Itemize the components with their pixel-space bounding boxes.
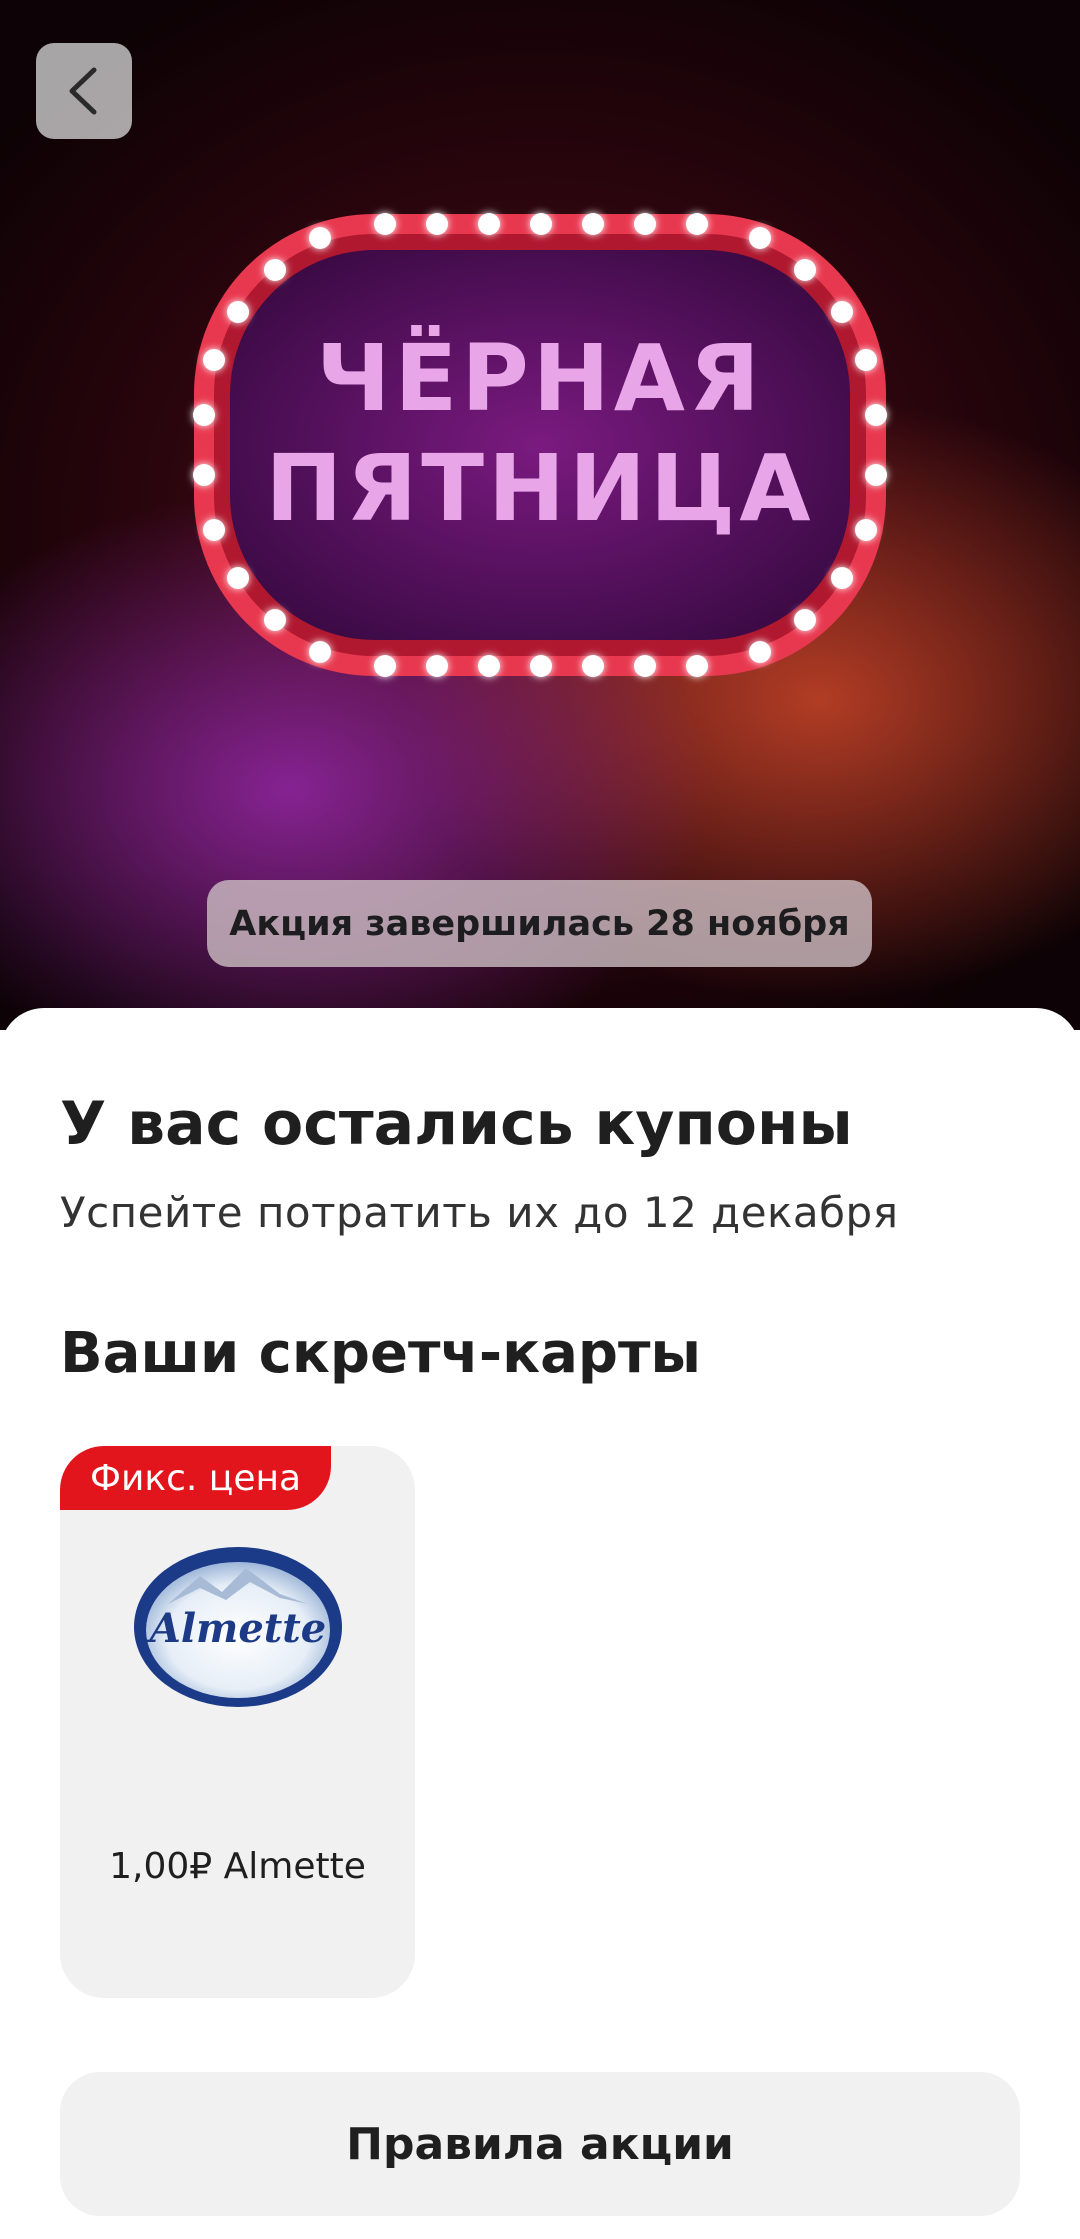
sheet-subtitle: Успейте потратить их до 12 декабря	[60, 1188, 899, 1237]
frame-bulb	[865, 464, 887, 486]
frame-bulb	[749, 641, 771, 663]
frame-bulb	[227, 301, 249, 323]
svg-text:Almette: Almette	[146, 1605, 326, 1652]
chevron-left-icon	[69, 67, 97, 115]
frame-bulb	[203, 519, 225, 541]
promo-rules-button[interactable]: Правила акции	[60, 2072, 1020, 2216]
back-button[interactable]	[36, 43, 132, 139]
banner-line-2: ПЯТНИЦА	[265, 435, 814, 542]
frame-bulb	[193, 464, 215, 486]
frame-bulb	[374, 655, 396, 677]
hero-banner: ЧЁРНАЯ ПЯТНИЦА Акция завершилась 28 нояб…	[0, 0, 1080, 1030]
frame-bulb	[582, 213, 604, 235]
frame-bulb	[794, 609, 816, 631]
frame-bulb	[865, 404, 887, 426]
card-label: 1,00₽ Almette	[109, 1846, 366, 1887]
frame-bulb	[634, 655, 656, 677]
frame-bulb	[530, 213, 552, 235]
frame-bulb	[374, 213, 396, 235]
frame-bulb	[831, 301, 853, 323]
banner-line-1: ЧЁРНАЯ	[316, 323, 764, 432]
fixed-price-tag: Фикс. цена	[60, 1446, 332, 1510]
frame-bulb	[582, 655, 604, 677]
frame-bulb	[264, 259, 286, 281]
promo-ended-badge: Акция завершилась 28 ноября	[207, 880, 872, 967]
frame-bulb	[634, 213, 656, 235]
sheet-title: У вас остались купоны	[60, 1089, 853, 1159]
frame-bulb	[794, 259, 816, 281]
frame-bulb	[478, 655, 500, 677]
frame-bulb	[426, 655, 448, 677]
scratch-card[interactable]: Фикс. цена Almette 1,00₽ Almette	[60, 1446, 415, 1998]
frame-bulb	[686, 655, 708, 677]
almette-logo: Almette	[134, 1547, 342, 1707]
frame-bulb	[309, 227, 331, 249]
frame-bulb	[478, 213, 500, 235]
frame-bulb	[855, 349, 877, 371]
frame-bulb	[530, 655, 552, 677]
coupons-sheet: У вас остались купоны Успейте потратить …	[0, 1008, 1080, 2239]
scratch-cards-title: Ваши скретч-карты	[60, 1321, 702, 1386]
black-friday-sign: ЧЁРНАЯ ПЯТНИЦА	[193, 213, 887, 677]
frame-bulb	[193, 404, 215, 426]
frame-bulb	[227, 567, 249, 589]
frame-bulb	[264, 609, 286, 631]
frame-bulb	[309, 641, 331, 663]
frame-bulb	[749, 227, 771, 249]
frame-bulb	[855, 519, 877, 541]
promo-page: ЧЁРНАЯ ПЯТНИЦА Акция завершилась 28 нояб…	[0, 0, 1080, 2239]
frame-bulb	[426, 213, 448, 235]
frame-bulb	[686, 213, 708, 235]
frame-bulb	[203, 349, 225, 371]
frame-bulb	[831, 567, 853, 589]
